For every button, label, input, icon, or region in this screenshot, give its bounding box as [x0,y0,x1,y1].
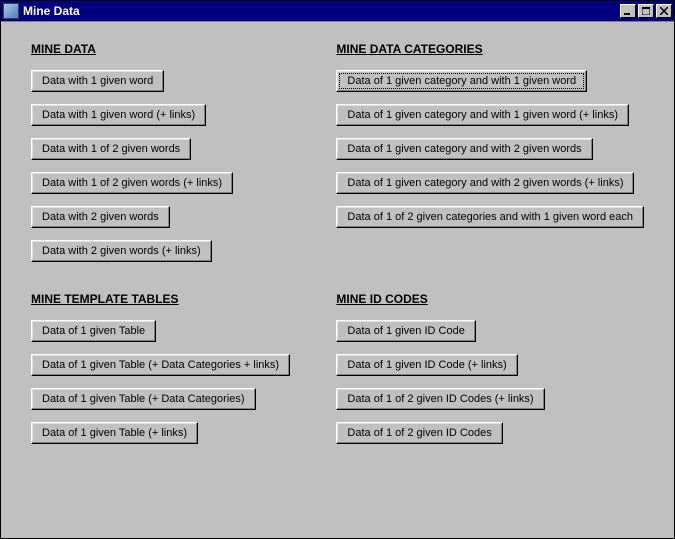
btn-data-1-of-2-words[interactable]: Data with 1 of 2 given words [31,138,191,160]
heading-mine-data: MINE DATA [31,42,306,56]
btn-cat-2-words-links[interactable]: Data of 1 given category and with 2 give… [336,172,634,194]
btn-id-1[interactable]: Data of 1 given ID Code [336,320,475,342]
close-button[interactable] [656,4,672,18]
heading-mine-id-codes: MINE ID CODES [336,292,644,306]
btn-id-1-of-2[interactable]: Data of 1 of 2 given ID Codes [336,422,502,444]
section-mine-template-tables: MINE TEMPLATE TABLES Data of 1 given Tab… [31,292,306,444]
titlebar: Mine Data [1,1,674,21]
button-group-mine-id-codes: Data of 1 given ID Code Data of 1 given … [336,320,644,444]
app-icon [3,3,19,19]
btn-data-2-words-links[interactable]: Data with 2 given words (+ links) [31,240,212,262]
window-frame: Mine Data MINE DATA Data with 1 given wo… [0,0,675,539]
btn-cat-1-word-links[interactable]: Data of 1 given category and with 1 give… [336,104,629,126]
button-group-mine-data: Data with 1 given word Data with 1 given… [31,70,306,262]
btn-data-1-word-links[interactable]: Data with 1 given word (+ links) [31,104,206,126]
button-group-mine-template-tables: Data of 1 given Table Data of 1 given Ta… [31,320,306,444]
heading-mine-template-tables: MINE TEMPLATE TABLES [31,292,306,306]
section-mine-id-codes: MINE ID CODES Data of 1 given ID Code Da… [336,292,644,444]
window-controls [618,4,672,18]
button-group-mine-data-categories: Data of 1 given category and with 1 give… [336,70,644,228]
btn-data-1-of-2-words-links[interactable]: Data with 1 of 2 given words (+ links) [31,172,233,194]
heading-mine-data-categories: MINE DATA CATEGORIES [336,42,644,56]
btn-table-1-links[interactable]: Data of 1 given Table (+ links) [31,422,198,444]
btn-id-1-of-2-links[interactable]: Data of 1 of 2 given ID Codes (+ links) [336,388,544,410]
btn-data-2-words[interactable]: Data with 2 given words [31,206,170,228]
btn-data-1-word[interactable]: Data with 1 given word [31,70,164,92]
btn-id-1-links[interactable]: Data of 1 given ID Code (+ links) [336,354,517,376]
section-mine-data-categories: MINE DATA CATEGORIES Data of 1 given cat… [336,42,644,262]
btn-cat-2-words[interactable]: Data of 1 given category and with 2 give… [336,138,592,160]
section-mine-data: MINE DATA Data with 1 given word Data wi… [31,42,306,262]
btn-table-1-cats-links[interactable]: Data of 1 given Table (+ Data Categories… [31,354,290,376]
client-area: MINE DATA Data with 1 given word Data wi… [1,21,674,538]
btn-cat-1-word[interactable]: Data of 1 given category and with 1 give… [336,70,587,92]
window-title: Mine Data [23,4,618,18]
maximize-button[interactable] [638,4,654,18]
minimize-button[interactable] [620,4,636,18]
btn-table-1[interactable]: Data of 1 given Table [31,320,156,342]
btn-2-cats-1-word-each[interactable]: Data of 1 of 2 given categories and with… [336,206,644,228]
btn-table-1-cats[interactable]: Data of 1 given Table (+ Data Categories… [31,388,256,410]
